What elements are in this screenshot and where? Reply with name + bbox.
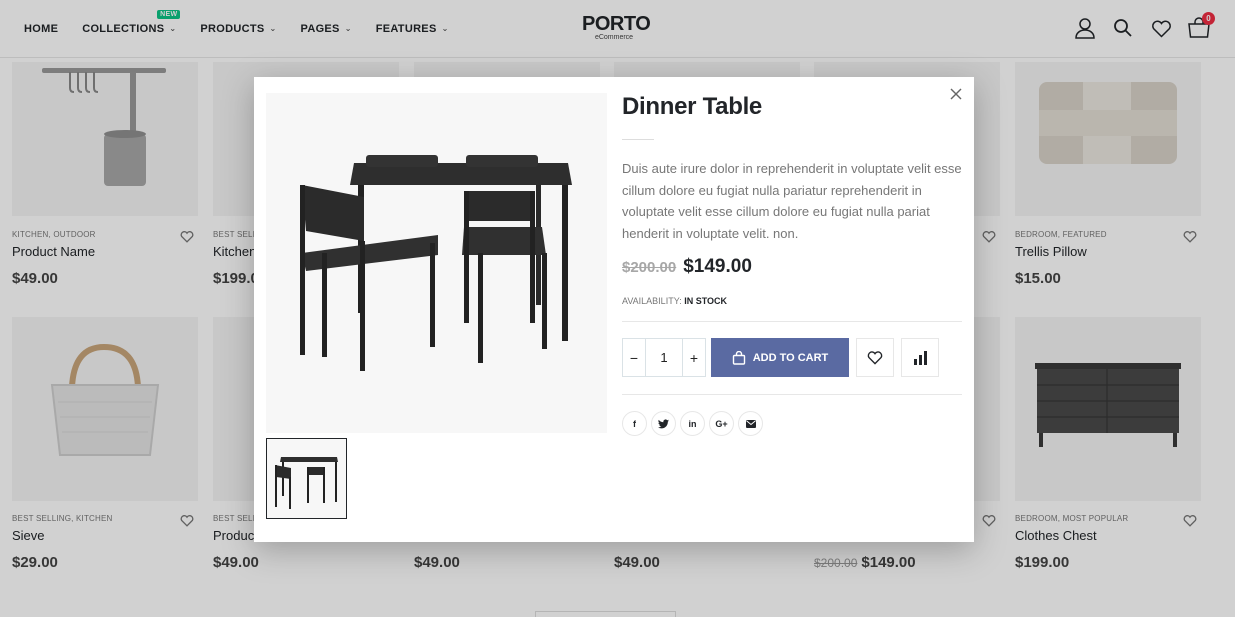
current-price: $149.00 (683, 256, 752, 277)
quantity-increase-button[interactable]: + (683, 339, 705, 376)
old-price: $200.00 (622, 259, 677, 276)
dinner-table-thumbnail (275, 457, 338, 509)
bar-chart-icon (913, 351, 927, 365)
google-plus-share-icon[interactable]: G+ (709, 411, 734, 436)
quantity-decrease-button[interactable]: − (623, 339, 645, 376)
divider (622, 394, 962, 395)
facebook-share-icon[interactable]: f (622, 411, 647, 436)
product-info: Dinner Table Duis aute irure dolor in re… (622, 93, 962, 436)
heart-icon (867, 351, 883, 365)
quick-view-modal: Dinner Table Duis aute irure dolor in re… (254, 77, 974, 542)
facebook-glyph: f (633, 418, 636, 429)
add-to-cart-label: ADD TO CART (752, 351, 829, 364)
google-plus-glyph: G+ (715, 418, 728, 429)
product-price-row: $200.00 $149.00 (622, 256, 962, 278)
product-description: Duis aute irure dolor in reprehenderit i… (622, 161, 962, 241)
add-to-compare-button[interactable] (901, 338, 939, 377)
add-to-cart-button[interactable]: ADD TO CART (711, 338, 849, 377)
availability: AVAILABILITY: IN STOCK (622, 296, 962, 306)
title-divider (622, 139, 654, 140)
email-share-icon[interactable] (738, 411, 763, 436)
social-share: f in G+ (622, 411, 962, 436)
linkedin-share-icon[interactable]: in (680, 411, 705, 436)
divider (622, 321, 962, 322)
availability-label: AVAILABILITY: (622, 296, 682, 306)
product-actions: − 1 + ADD TO CART (622, 338, 962, 377)
twitter-bird-icon (658, 418, 669, 428)
quantity-input[interactable]: 1 (645, 339, 683, 376)
add-to-wishlist-button[interactable] (856, 338, 894, 377)
linkedin-glyph: in (688, 418, 697, 429)
twitter-share-icon[interactable] (651, 411, 676, 436)
product-thumbnail[interactable] (266, 438, 347, 519)
availability-value: IN STOCK (684, 296, 728, 306)
quantity-stepper: − 1 + (622, 338, 706, 377)
product-title: Dinner Table (622, 93, 762, 120)
shopping-bag-icon (732, 350, 745, 365)
envelope-icon (745, 419, 756, 428)
product-main-image[interactable] (266, 93, 607, 433)
dinner-table-image (300, 155, 572, 371)
